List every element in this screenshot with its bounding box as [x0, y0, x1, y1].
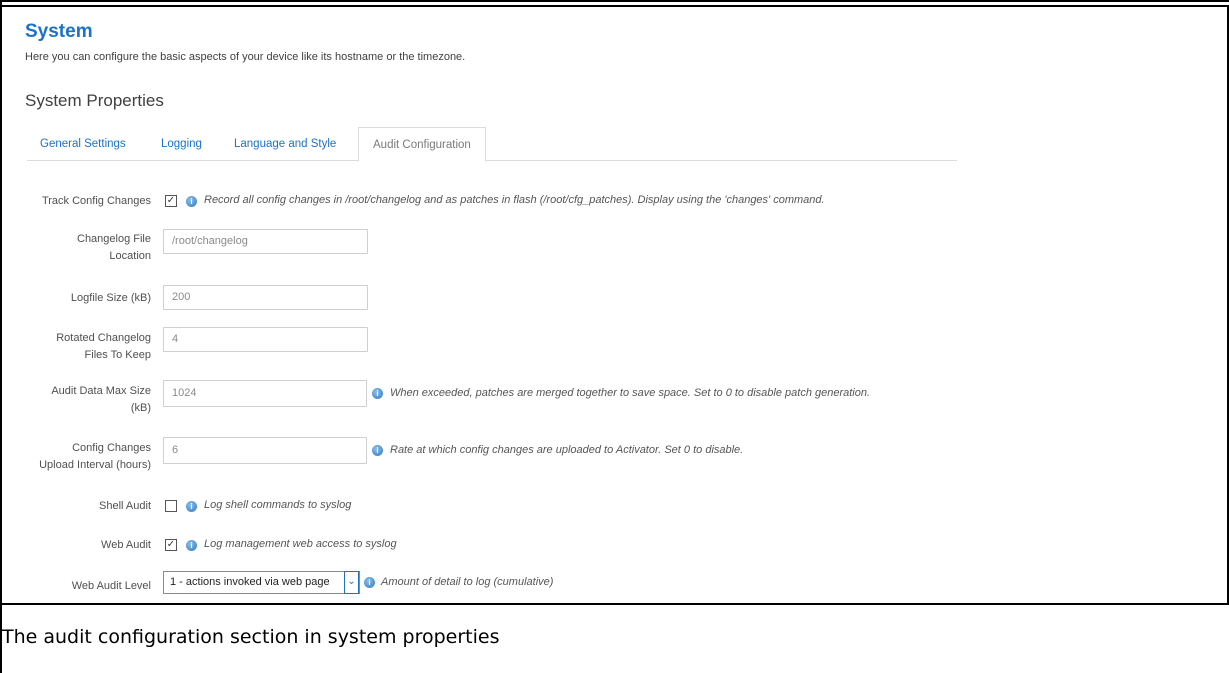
shell-audit-checkbox[interactable]: [165, 500, 177, 512]
track-config-changes-help: Record all config changes in /root/chang…: [204, 194, 825, 206]
logfile-size-input[interactable]: 200: [163, 285, 368, 310]
shell-audit-help: Log shell commands to syslog: [204, 499, 352, 511]
rotated-files-input[interactable]: 4: [163, 327, 368, 352]
changelog-location-input[interactable]: /root/changelog: [163, 229, 368, 254]
track-config-changes-checkbox[interactable]: ✓: [165, 195, 177, 207]
tab-general-settings[interactable]: General Settings: [40, 127, 126, 161]
upload-interval-label-line2: Upload Interval (hours): [39, 459, 151, 471]
info-icon: i: [372, 445, 383, 456]
info-icon: i: [364, 577, 375, 588]
web-audit-level-help: Amount of detail to log (cumulative): [381, 576, 554, 588]
audit-max-size-label-line1: Audit Data Max Size: [51, 385, 151, 397]
web-audit-level-select[interactable]: 1 - actions invoked via web page: [163, 571, 360, 594]
web-audit-checkbox[interactable]: ✓: [165, 539, 177, 551]
web-audit-label: Web Audit: [101, 539, 151, 551]
info-icon: i: [186, 540, 197, 551]
page-title: System: [25, 21, 93, 42]
upload-interval-help: Rate at which config changes are uploade…: [390, 444, 744, 456]
audit-max-size-label-line2: (kB): [130, 402, 151, 414]
screenshot-figure: System Here you can configure the basic …: [2, 5, 1229, 605]
info-icon: i: [186, 501, 197, 512]
logfile-size-label: Logfile Size (kB): [70, 292, 151, 304]
track-config-changes-label: Track Config Changes: [41, 195, 151, 207]
upload-interval-input[interactable]: 6: [163, 437, 367, 464]
tab-language-and-style[interactable]: Language and Style: [234, 127, 336, 161]
figure-caption: The audit configuration section in syste…: [2, 626, 500, 648]
changelog-location-label-line1: Changelog File: [77, 233, 151, 245]
changelog-location-label-line2: Location: [109, 250, 151, 262]
upload-interval-label-line1: Config Changes: [72, 442, 151, 454]
page-description: Here you can configure the basic aspects…: [25, 51, 466, 63]
chevron-down-icon[interactable]: ⌄: [344, 571, 359, 594]
rotated-files-label-line2: Files To Keep: [84, 349, 151, 361]
tab-logging[interactable]: Logging: [161, 127, 202, 161]
info-icon: i: [372, 388, 383, 399]
section-title: System Properties: [25, 91, 164, 110]
rotated-files-label-line1: Rotated Changelog: [56, 332, 151, 344]
web-audit-level-label: Web Audit Level: [71, 580, 151, 592]
audit-max-size-input[interactable]: 1024: [163, 380, 367, 407]
audit-max-size-help: When exceeded, patches are merged togeth…: [390, 387, 871, 399]
info-icon: i: [186, 196, 197, 207]
shell-audit-label: Shell Audit: [99, 500, 151, 512]
tab-audit-configuration[interactable]: Audit Configuration: [358, 127, 486, 162]
web-audit-help: Log management web access to syslog: [204, 538, 397, 550]
tab-bar: General Settings Logging Language and St…: [27, 127, 957, 162]
